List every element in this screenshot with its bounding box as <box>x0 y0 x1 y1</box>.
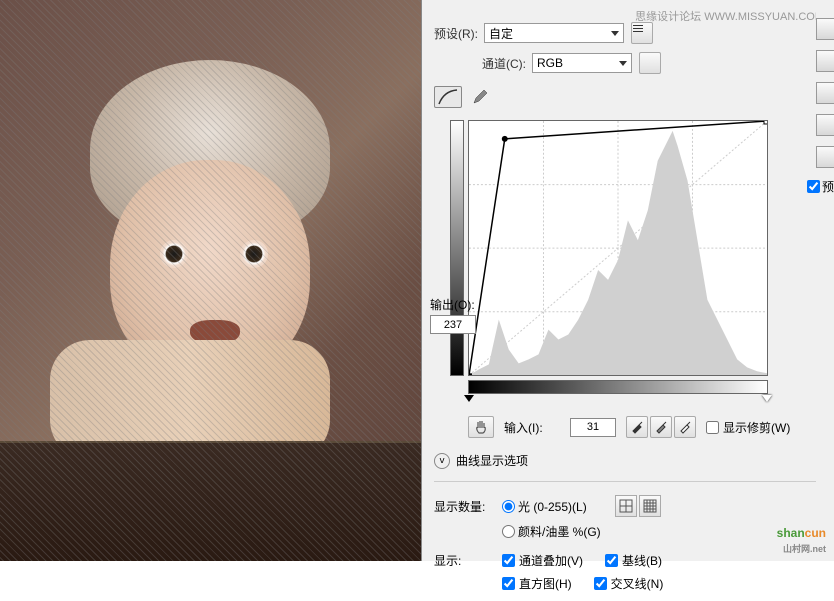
curves-dialog: 思缘设计论坛 WWW.MISSYUAN.COM 预设(R): 自定 通道(C):… <box>421 0 834 561</box>
channel-dropdown[interactable]: RGB <box>532 53 632 73</box>
output-input[interactable] <box>430 315 476 334</box>
eyedropper-white-button[interactable] <box>674 416 696 438</box>
curves-graph[interactable] <box>468 120 768 376</box>
channel-value: RGB <box>537 56 563 70</box>
curve-point-black[interactable] <box>469 373 472 375</box>
black-slider[interactable] <box>464 395 474 402</box>
site-logo: shancun 山村网.net <box>777 521 826 555</box>
light-radio[interactable]: 光 (0-255)(L) <box>502 498 587 515</box>
curve-options-label: 曲线显示选项 <box>456 452 528 469</box>
show-clipping-checkbox[interactable]: 显示修剪(W) <box>706 419 790 436</box>
side-button-2[interactable] <box>816 50 834 72</box>
grid-coarse-button[interactable] <box>615 495 637 517</box>
chevron-down-icon <box>611 31 619 36</box>
output-gradient <box>450 120 464 376</box>
input-label: 输入(I): <box>504 419 560 436</box>
eyedropper-gray-button[interactable] <box>650 416 672 438</box>
curve-point-white[interactable] <box>764 121 767 124</box>
channel-label: 通道(C): <box>482 55 526 72</box>
side-button-3[interactable] <box>816 82 834 104</box>
grid-fine-button[interactable] <box>639 495 661 517</box>
curve-tool-button[interactable] <box>434 86 462 108</box>
side-button-5[interactable] <box>816 146 834 168</box>
chevron-down-icon <box>619 61 627 66</box>
watermark-text: 思缘设计论坛 WWW.MISSYUAN.COM <box>635 8 824 24</box>
white-slider[interactable] <box>762 395 772 402</box>
image-subject <box>50 60 370 460</box>
preset-dropdown[interactable]: 自定 <box>484 23 624 43</box>
intersection-checkbox[interactable]: 交叉线(N) <box>594 575 664 592</box>
preset-value: 自定 <box>489 25 513 42</box>
preview-checkbox[interactable]: 预 <box>807 178 834 195</box>
curve-point[interactable] <box>502 136 508 142</box>
hand-tool-button[interactable] <box>468 416 494 438</box>
display-qty-label: 显示数量: <box>434 498 494 515</box>
side-button-1[interactable] <box>816 18 834 40</box>
pigment-radio[interactable]: 颜料/油墨 %(G) <box>502 523 601 540</box>
auto-button[interactable] <box>639 52 661 74</box>
pencil-tool-button[interactable] <box>468 87 492 107</box>
side-button-4[interactable] <box>816 114 834 136</box>
input-field[interactable] <box>570 418 616 437</box>
input-gradient <box>468 380 768 394</box>
preset-menu-button[interactable] <box>631 22 653 44</box>
canvas-preview[interactable] <box>0 0 421 561</box>
output-label: 输出(O): <box>430 296 475 313</box>
eyedropper-black-button[interactable] <box>626 416 648 438</box>
expand-toggle[interactable]: ⅴ <box>434 453 450 469</box>
histogram-checkbox[interactable]: 直方图(H) <box>502 575 572 592</box>
preset-label: 预设(R): <box>434 25 478 42</box>
